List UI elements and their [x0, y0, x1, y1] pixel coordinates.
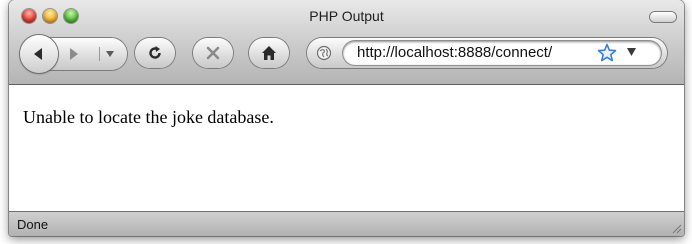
reload-icon	[149, 46, 161, 59]
address-field[interactable]: http://localhost:8888/connect/	[343, 41, 661, 65]
back-button[interactable]	[20, 35, 58, 73]
page-content: Unable to locate the joke database.	[9, 85, 684, 210]
home-button[interactable]	[249, 38, 289, 68]
status-bar: Done	[9, 211, 684, 236]
address-bar: http://localhost:8888/connect/	[307, 38, 667, 68]
back-forward-group	[20, 35, 127, 73]
history-menu-button[interactable]	[99, 45, 121, 63]
error-message: Unable to locate the joke database.	[23, 107, 274, 127]
browser-window: PHP Output http://localhost:8888/connect…	[9, 0, 684, 236]
title-toolbar-area: PHP Output http://localhost:8888/connect…	[9, 0, 684, 85]
home-icon	[262, 46, 276, 60]
window-title: PHP Output	[309, 8, 384, 24]
chevron-down-icon	[106, 51, 114, 57]
reload-button[interactable]	[135, 38, 175, 68]
chevron-down-icon[interactable]	[627, 48, 636, 56]
forward-button[interactable]	[67, 46, 81, 67]
stop-button[interactable]	[193, 38, 233, 68]
forward-arrow-icon	[70, 48, 78, 60]
globe-icon	[315, 44, 333, 62]
navigation-toolbar: http://localhost:8888/connect/	[9, 35, 684, 76]
stop-icon	[206, 46, 220, 60]
resize-grip-icon[interactable]	[670, 222, 682, 234]
address-input[interactable]: http://localhost:8888/connect/	[357, 44, 597, 61]
back-arrow-icon	[34, 48, 42, 60]
star-icon[interactable]	[597, 43, 617, 63]
status-text: Done	[17, 217, 49, 232]
toolbar-toggle-button[interactable]	[650, 12, 676, 22]
